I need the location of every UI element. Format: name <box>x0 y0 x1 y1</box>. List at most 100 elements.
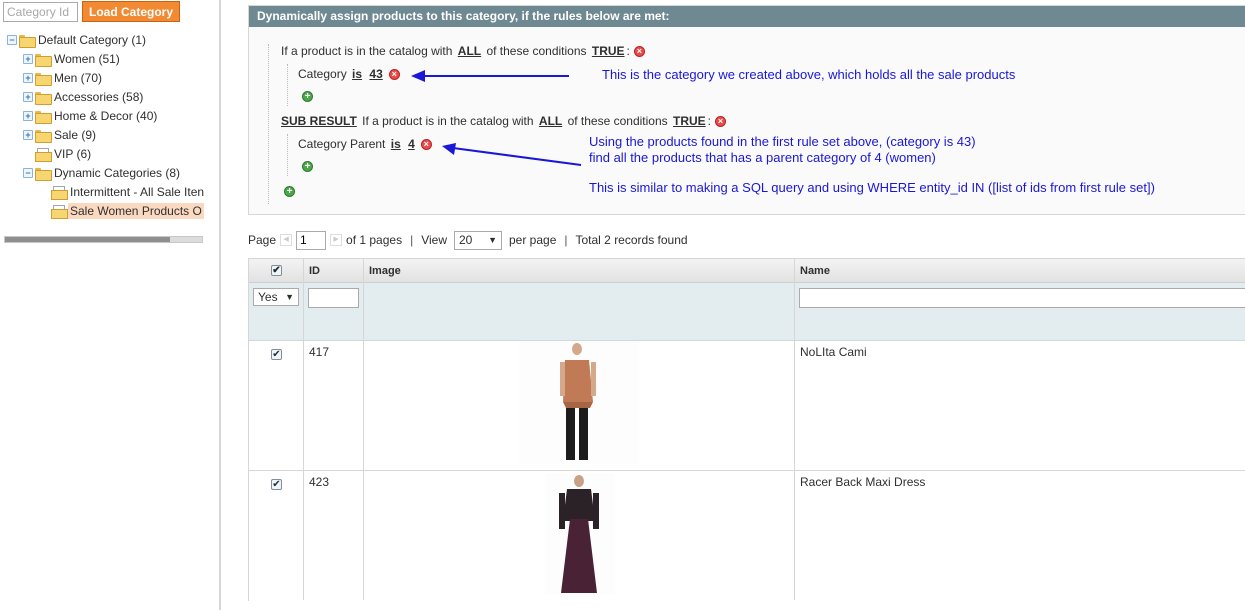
chevron-down-icon: ▼ <box>488 235 497 245</box>
condition-value[interactable]: 43 <box>369 67 382 81</box>
view-label: View <box>421 233 447 247</box>
header-image[interactable]: Image <box>364 259 401 283</box>
expand-icon[interactable]: + <box>23 54 33 64</box>
remove-icon[interactable]: × <box>633 45 645 57</box>
annotation-category-note: This is the category we created above, w… <box>602 67 1016 82</box>
table-row[interactable]: ✔ 417 NoLIta Cami <box>249 341 1245 471</box>
folder-doc-icon <box>51 205 68 219</box>
rule-tree-line <box>268 44 269 204</box>
folder-icon <box>35 91 52 105</box>
add-condition-icon[interactable]: + <box>302 91 313 102</box>
rule-text: of these conditions <box>567 114 668 128</box>
tree-item-label: Women (51) <box>54 52 120 66</box>
rule-combine-1: If a product is in the catalog with ALL … <box>281 44 645 58</box>
remove-icon[interactable]: × <box>420 138 432 150</box>
sidebar-horizontal-scrollbar[interactable] <box>4 236 203 243</box>
rule-text: If a product is in the catalog with <box>281 44 453 58</box>
folder-open-icon <box>19 34 36 48</box>
checkbox-checked-icon[interactable]: ✔ <box>271 265 282 276</box>
load-category-button[interactable]: Load Category <box>82 1 180 22</box>
tree-item-label: VIP (6) <box>54 147 92 161</box>
annotation-arrowhead-2 <box>442 143 456 155</box>
value-select[interactable]: TRUE <box>592 44 625 58</box>
tree-item-sale[interactable]: + Sale (9) <box>23 126 98 144</box>
tree-item-dynamic-categories[interactable]: − Dynamic Categories (8) <box>23 164 182 182</box>
row-checkbox[interactable]: ✔ <box>271 349 282 360</box>
condition-value[interactable]: 4 <box>408 137 415 151</box>
tree-item-vip[interactable]: VIP (6) <box>35 145 93 163</box>
annotation-first-rule-note: Using the products found in the first ru… <box>589 134 976 149</box>
scrollbar-thumb[interactable] <box>5 237 170 242</box>
per-page-label: per page <box>509 233 557 247</box>
expand-icon[interactable]: + <box>23 73 33 83</box>
operator-select[interactable]: is <box>352 67 362 81</box>
prev-page-icon[interactable]: ◀ <box>280 234 293 246</box>
add-condition-icon[interactable]: + <box>284 186 295 197</box>
row-id: 417 <box>309 345 330 359</box>
collapse-icon[interactable]: − <box>7 35 17 45</box>
sub-result-label[interactable]: SUB RESULT <box>281 114 357 128</box>
per-page-select[interactable]: 20 ▼ <box>454 230 502 250</box>
grid-pager: Page ◀ ▶ of 1 pages | View 20 ▼ per page… <box>248 229 688 251</box>
annotation-arrowhead-1 <box>411 70 425 82</box>
tree-item-accessories[interactable]: + Accessories (58) <box>23 88 145 106</box>
next-page-icon[interactable]: ▶ <box>330 234 343 246</box>
tree-item-intermittent-sale[interactable]: Intermittent - All Sale Iten <box>51 183 206 201</box>
row-checkbox[interactable]: ✔ <box>271 479 282 490</box>
remove-icon[interactable]: × <box>715 115 727 127</box>
page-label: Page <box>248 233 277 247</box>
total-records: Total 2 records found <box>575 233 688 247</box>
annotation-arrow-2 <box>452 147 582 166</box>
column-divider <box>363 259 364 600</box>
id-filter-input[interactable] <box>308 288 359 308</box>
name-filter-input[interactable] <box>799 288 1245 308</box>
tree-item-label: Accessories (58) <box>54 90 144 104</box>
aggregator-select[interactable]: ALL <box>539 114 562 128</box>
rule-text: If a product is in the catalog with <box>362 114 534 128</box>
header-id[interactable]: ID <box>304 259 320 283</box>
operator-select[interactable]: is <box>391 137 401 151</box>
category-sidebar: Load Category − Default Category (1) + W… <box>0 0 221 610</box>
category-id-input[interactable] <box>3 2 78 22</box>
rule-sub-result: SUB RESULT If a product is in the catalo… <box>281 114 727 128</box>
tree-item-home-decor[interactable]: + Home & Decor (40) <box>23 107 159 125</box>
rule-text: : <box>707 114 712 128</box>
in-category-filter-select[interactable]: Yes ▼ <box>253 288 299 306</box>
of-pages-text: of 1 pages <box>346 233 403 247</box>
page-number-input[interactable] <box>296 230 327 250</box>
annotation-sql-note: This is similar to making a SQL query an… <box>589 180 1155 195</box>
table-row[interactable]: ✔ 423 Racer Back Maxi Dress <box>249 471 1245 601</box>
grid-header: ✔ ID Image Name <box>249 259 1245 283</box>
tree-item-sale-women-products[interactable]: Sale Women Products O <box>51 202 204 220</box>
tree-item-label: Home & Decor (40) <box>54 109 158 123</box>
separator: | <box>410 233 414 247</box>
collapse-icon[interactable]: − <box>23 168 33 178</box>
condition-attribute: Category <box>298 67 347 81</box>
tree-item-label: Sale Women Products O <box>68 203 204 219</box>
chevron-down-icon: ▼ <box>285 292 294 302</box>
folder-icon <box>35 72 52 86</box>
products-grid: ✔ ID Image Name Yes ▼ ✔ 417 NoLIta Cami … <box>248 258 1245 601</box>
rule-text: of these conditions <box>486 44 587 58</box>
aggregator-select[interactable]: ALL <box>458 44 481 58</box>
remove-icon[interactable]: × <box>388 68 400 80</box>
folder-icon <box>35 129 52 143</box>
tree-item-men[interactable]: + Men (70) <box>23 69 104 87</box>
per-page-value: 20 <box>459 233 473 247</box>
folder-icon <box>35 53 52 67</box>
condition-category: Category is 43 × <box>298 67 400 81</box>
header-name[interactable]: Name <box>795 259 830 283</box>
tree-item-default-category[interactable]: − Default Category (1) <box>7 31 148 49</box>
tree-item-label: Men (70) <box>54 71 103 85</box>
expand-icon[interactable]: + <box>23 92 33 102</box>
add-condition-icon[interactable]: + <box>302 161 313 172</box>
value-select[interactable]: TRUE <box>673 114 706 128</box>
tree-item-label: Intermittent - All Sale Iten <box>70 185 205 199</box>
product-photo-dress-icon <box>545 473 615 595</box>
expand-icon[interactable]: + <box>23 130 33 140</box>
grid-filter-row: Yes ▼ <box>249 283 1245 341</box>
expand-icon[interactable]: + <box>23 111 33 121</box>
tree-item-women[interactable]: + Women (51) <box>23 50 122 68</box>
tree-item-label: Dynamic Categories (8) <box>54 166 181 180</box>
column-divider <box>303 259 304 600</box>
